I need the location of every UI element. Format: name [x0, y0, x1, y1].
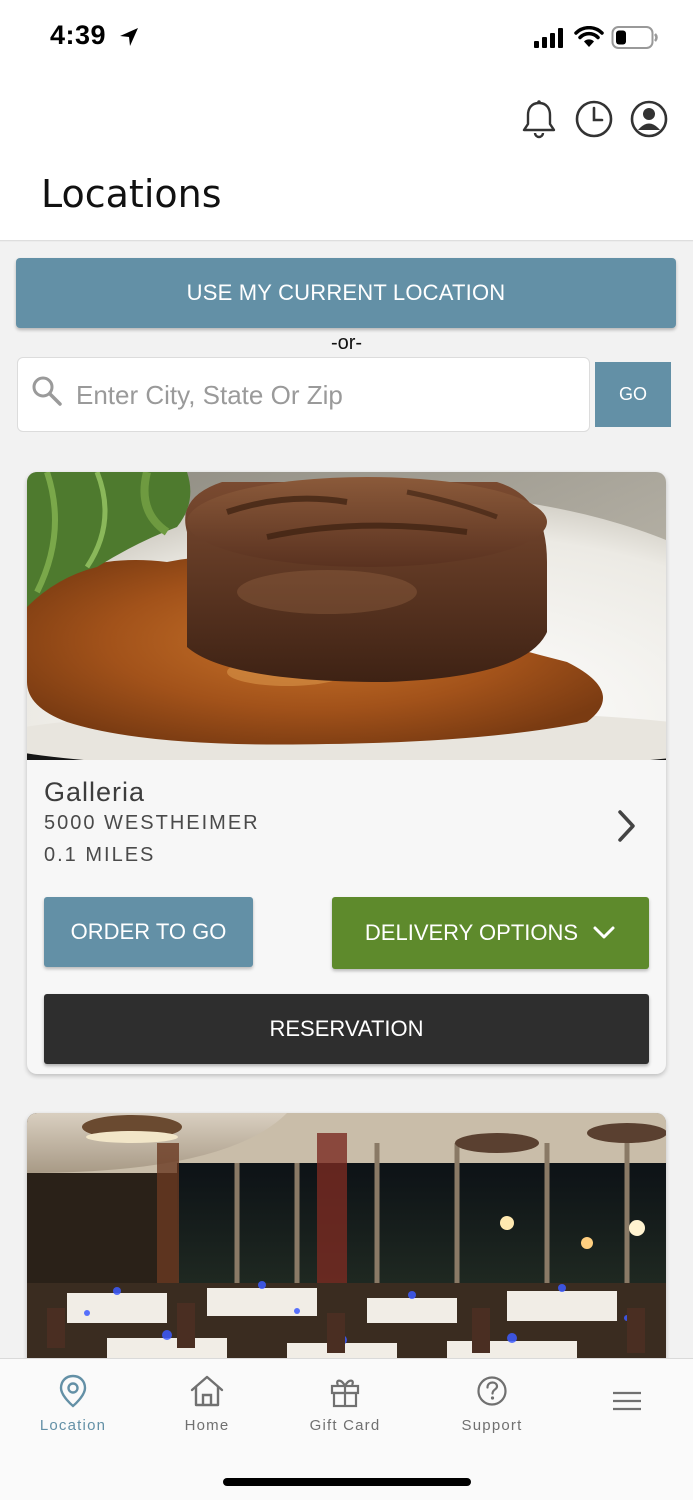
chevron-down-icon [593, 926, 615, 939]
gift-icon [330, 1379, 360, 1408]
delivery-options-button[interactable]: DELIVERY OPTIONS [332, 897, 649, 969]
tab-menu[interactable] [567, 1373, 687, 1427]
location-pin-icon [59, 1374, 87, 1408]
search-field[interactable] [17, 357, 590, 432]
status-bar: 4:39 [0, 0, 693, 80]
menu-icon [613, 1391, 641, 1411]
tab-label: Gift Card [309, 1417, 381, 1434]
location-address: 5000 WESTHEIMER [44, 812, 260, 834]
tab-location[interactable]: Location [13, 1373, 133, 1434]
home-icon [190, 1375, 224, 1407]
steak-photo [27, 472, 666, 760]
order-to-go-button[interactable]: ORDER TO GO [44, 897, 253, 967]
reservation-button[interactable]: RESERVATION [44, 994, 649, 1064]
search-input[interactable] [76, 376, 576, 414]
tab-gift-card[interactable]: Gift Card [285, 1373, 405, 1434]
location-card[interactable] [27, 1113, 666, 1358]
notifications-bell-icon[interactable] [518, 98, 560, 140]
tab-support[interactable]: Support [432, 1373, 552, 1434]
use-current-location-button[interactable]: USE MY CURRENT LOCATION [16, 258, 676, 328]
tab-label: Home [184, 1417, 230, 1434]
location-distance: 0.1 MILES [44, 844, 156, 866]
status-time: 4:39 [50, 20, 107, 50]
home-indicator[interactable] [223, 1478, 471, 1486]
chevron-right-icon[interactable] [615, 808, 639, 844]
restaurant-interior-photo [27, 1113, 666, 1358]
account-profile-icon[interactable] [628, 98, 670, 140]
battery-icon [611, 26, 658, 49]
wifi-icon [574, 26, 604, 47]
delivery-options-label: DELIVERY OPTIONS [364, 920, 579, 945]
locations-content[interactable]: USE MY CURRENT LOCATION -or- GO [0, 242, 693, 1358]
go-button[interactable]: GO [595, 362, 671, 427]
location-card[interactable]: Galleria 5000 WESTHEIMER 0.1 MILES ORDER… [27, 472, 666, 1074]
tab-label: Support [461, 1417, 523, 1434]
help-circle-icon [477, 1376, 507, 1406]
location-name: Galleria [44, 777, 146, 807]
cellular-signal-icon [534, 28, 563, 48]
tab-label: Location [39, 1417, 107, 1434]
or-separator: -or- [330, 332, 363, 354]
history-clock-icon[interactable] [573, 98, 615, 140]
page-title: Locations [41, 172, 222, 216]
search-icon [32, 376, 62, 406]
tab-home[interactable]: Home [147, 1373, 267, 1434]
location-arrow-icon [120, 28, 138, 46]
